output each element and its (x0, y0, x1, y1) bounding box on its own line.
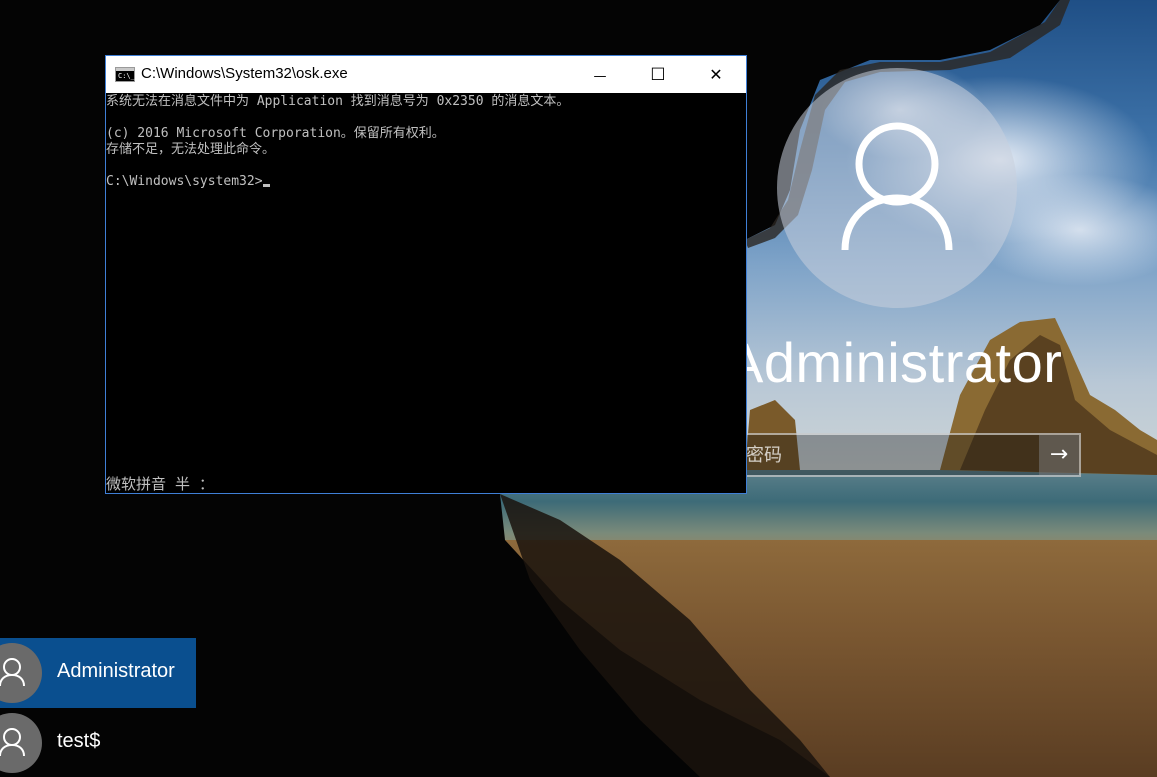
user-list-item-administrator[interactable]: Administrator (0, 638, 196, 708)
user-silhouette-icon (0, 658, 25, 687)
console-titlebar[interactable]: C:\_ C:\Windows\System32\osk.exe — ☐ ✕ (106, 56, 746, 93)
user-list-name: test$ (57, 730, 101, 752)
text-cursor (262, 184, 270, 187)
cmd-console-icon: C:\_ (115, 67, 135, 82)
user-avatar-small (0, 713, 42, 773)
console-prompt-line: C:\Windows\system32> (106, 174, 270, 190)
arrow-right-icon: → (1049, 442, 1069, 467)
user-avatar-large (777, 68, 1017, 308)
console-output[interactable]: 系统无法在消息文件中为 Application 找到消息号为 0x2350 的消… (106, 93, 746, 493)
user-list-name: Administrator (57, 660, 175, 682)
close-button[interactable]: ✕ (687, 56, 745, 93)
user-avatar-small (0, 643, 42, 703)
minimize-icon: — (593, 69, 607, 84)
user-silhouette-icon (841, 122, 953, 251)
user-list-item-test[interactable]: test$ (0, 708, 196, 777)
close-icon: ✕ (709, 65, 723, 84)
password-input[interactable] (710, 435, 1066, 475)
console-line: (c) 2016 Microsoft Corporation。保留所有权利。 (106, 126, 445, 141)
console-line: 系统无法在消息文件中为 Application 找到消息号为 0x2350 的消… (106, 94, 570, 109)
submit-button[interactable]: → (1039, 435, 1079, 475)
user-silhouette-icon (0, 728, 25, 757)
lock-screen: Administrator → Administrator test$ C:\_ (0, 0, 1157, 777)
maximize-button[interactable]: ☐ (629, 56, 687, 93)
window-title: C:\Windows\System32\osk.exe (141, 65, 348, 82)
minimize-button[interactable]: — (571, 56, 629, 93)
console-prompt: C:\Windows\system32> (106, 174, 263, 189)
ime-status-bar: 微软拼音 半 ： (106, 475, 215, 493)
console-window[interactable]: C:\_ C:\Windows\System32\osk.exe — ☐ ✕ 系… (105, 55, 747, 494)
password-field[interactable]: → (700, 433, 1081, 477)
maximize-icon: ☐ (650, 65, 666, 85)
console-line: 存储不足，无法处理此命令。 (106, 142, 276, 157)
login-username: Administrator (726, 331, 1063, 394)
